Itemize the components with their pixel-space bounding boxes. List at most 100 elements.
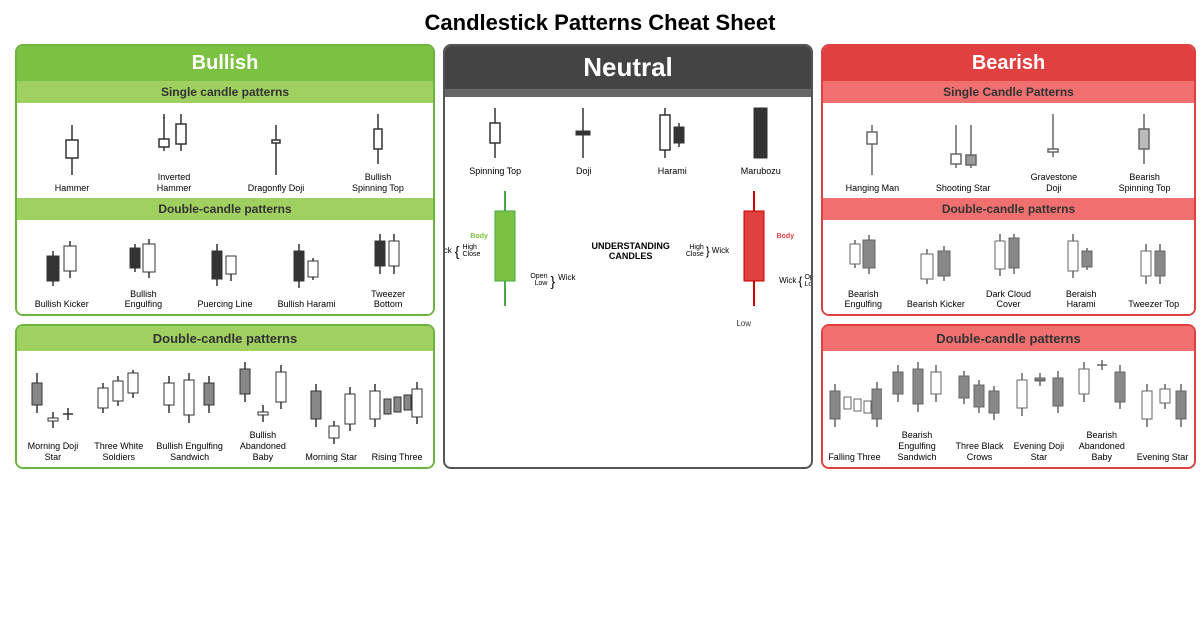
pattern-rising-three: Rising Three: [365, 379, 429, 463]
pattern-bearish-engulfing-label: Bearish Engulfing: [833, 289, 893, 311]
bullish-single-section: Single candle patterns Hammer: [17, 81, 433, 198]
pattern-doji: Doji: [554, 103, 614, 177]
wick-label-bottom: Wick: [558, 273, 575, 289]
bullish-candle-visual: Body: [490, 191, 520, 311]
wick-label-top: Wick: [443, 246, 452, 255]
pattern-morning-doji-star-label: Morning Doji Star: [21, 441, 85, 463]
pattern-three-white-soldiers-label: Three White Soldiers: [87, 441, 151, 463]
bearish-candle-labels-right: Wick { Open Low: [779, 214, 813, 288]
pattern-bearish-abandoned-baby: Bearish Abandoned Baby: [1071, 357, 1133, 462]
high-label: High: [462, 244, 476, 251]
pattern-spinning-top: Spinning Top: [465, 103, 525, 177]
pattern-dragonfly-label: Dragonfly Doji: [248, 183, 305, 194]
understanding-candles-diagram: Wick { High Close Body: [445, 183, 811, 319]
bullish-double-section: Double-candle patterns Bullish Kicker: [17, 198, 433, 315]
bullish-single-header: Single candle patterns: [17, 81, 433, 103]
bearish-candle-labels-left: High Close } Wick: [686, 244, 729, 258]
close-label: Close: [462, 251, 480, 258]
bearish-top-card: Bearish Single Candle Patterns Hanging M…: [821, 44, 1196, 316]
bearish-bottom-header: Double-candle patterns: [823, 326, 1194, 351]
pattern-hanging-man: Hanging Man: [842, 120, 902, 194]
pattern-three-black-crows-label: Three Black Crows: [952, 441, 1007, 463]
pattern-morning-star: Morning Star: [299, 379, 363, 463]
understanding-text: UNDERSTANDING CANDLES: [592, 241, 670, 261]
bullish-bottom-card: Double-candle patterns: [15, 324, 435, 468]
pattern-bearish-engulfing-sandwich: Bearish Engulfing Sandwich: [884, 357, 950, 462]
pattern-bearish-kicker-label: Bearish Kicker: [907, 299, 965, 310]
pattern-bullish-kicker: Bullish Kicker: [32, 236, 92, 310]
pattern-dark-cloud-cover-label: Dark Cloud Cover: [978, 289, 1038, 311]
bullish-bottom-header: Double-candle patterns: [17, 326, 433, 351]
low-label-bottom: Low: [445, 319, 811, 332]
bullish-top-card: Bullish Single candle patterns: [15, 44, 435, 316]
pattern-three-white-soldiers: Three White Soldiers: [87, 368, 151, 463]
low-label: Low: [535, 280, 548, 287]
neutral-single-header: [445, 89, 811, 97]
pattern-evening-star-label: Evening Star: [1137, 452, 1189, 463]
pattern-morning-star-label: Morning Star: [305, 452, 357, 463]
pattern-hammer-label: Hammer: [55, 183, 90, 194]
pattern-harami-label: Harami: [658, 166, 687, 177]
bearish-single-header: Single Candle Patterns: [823, 81, 1194, 103]
pattern-bullish-harami-label: Bullish Harami: [278, 299, 336, 310]
pattern-bullish-spinning-label: Bullish Spinning Top: [348, 172, 408, 194]
pattern-marubozu-label: Marubozu: [741, 166, 781, 177]
bullish-candle-labels-right: Open Low } Wick: [530, 213, 575, 289]
neutral-patterns: Spinning Top Doji: [445, 97, 811, 183]
body-label-bearish: Body: [777, 233, 795, 240]
pattern-bullish-kicker-label: Bullish Kicker: [35, 299, 89, 310]
pattern-rising-three-label: Rising Three: [372, 452, 423, 463]
pattern-bearish-engulfing-sandwich-label: Bearish Engulfing Sandwich: [884, 430, 950, 462]
bullish-double-header: Double-candle patterns: [17, 198, 433, 220]
body-label-bullish: Body: [470, 233, 488, 240]
bearish-double-section: Double-candle patterns Bearish Engulfing: [823, 198, 1194, 315]
bearish-bottom-card: Double-candle patterns Fal: [821, 324, 1196, 468]
open-label: Open: [530, 273, 547, 280]
pattern-bullish-engulfing: Bullish Engulfing: [113, 226, 173, 311]
pattern-bearish-abandoned-baby-label: Bearish Abandoned Baby: [1071, 430, 1133, 462]
pattern-gravestone-doji-label: Gravestone Doji: [1024, 172, 1084, 194]
pattern-gravestone-doji: Gravestone Doji: [1024, 109, 1084, 194]
pattern-bearish-harami-label: Beraish Harami: [1051, 289, 1111, 311]
pattern-inverted-hammer-label: Inverted Hammer: [144, 172, 204, 194]
pattern-piercing-line: Puercing Line: [195, 236, 255, 310]
pattern-piercing-label: Puercing Line: [197, 299, 252, 310]
pattern-bullish-spinning: Bullish Spinning Top: [348, 109, 408, 194]
bullish-bottom-patterns: Morning Doji Star Three: [17, 351, 433, 466]
pattern-bullish-abandoned-baby: Bullish Abandoned Baby: [228, 357, 297, 462]
bearish-double-patterns: Bearish Engulfing Bearish Kicker: [823, 220, 1194, 315]
neutral-header: Neutral: [445, 46, 811, 89]
pattern-bearish-kicker: Bearish Kicker: [906, 236, 966, 310]
pattern-bullish-harami: Bullish Harami: [277, 236, 337, 310]
pattern-spinning-top-label: Spinning Top: [469, 166, 521, 177]
pattern-bullish-engulfing-sandwich: Bullish Engulfing Sandwich: [153, 368, 227, 463]
pattern-evening-doji-star-label: Evening Doji Star: [1009, 441, 1069, 463]
pattern-bearish-engulfing: Bearish Engulfing: [833, 226, 893, 311]
pattern-marubozu: Marubozu: [731, 103, 791, 177]
bullish-double-patterns: Bullish Kicker Bullish Engulfing: [17, 220, 433, 315]
pattern-doji-label: Doji: [576, 166, 592, 177]
pattern-morning-doji-star: Morning Doji Star: [21, 368, 85, 463]
pattern-tweezer-top: Tweezer Top: [1124, 236, 1184, 310]
bullish-candle-diagram: Wick { High Close: [443, 243, 480, 259]
pattern-bullish-abandoned-baby-label: Bullish Abandoned Baby: [228, 430, 297, 462]
bearish-double-header: Double-candle patterns: [823, 198, 1194, 220]
pattern-shooting-star-label: Shooting Star: [936, 183, 991, 194]
pattern-hammer: Hammer: [42, 120, 102, 194]
pattern-falling-three-label: Falling Three: [828, 452, 880, 463]
pattern-bullish-engulfing-sandwich-label: Bullish Engulfing Sandwich: [153, 441, 227, 463]
main-grid: Bullish Single candle patterns: [15, 44, 1185, 469]
pattern-tweezer-bottom: Tweezer Bottom: [358, 226, 418, 311]
pattern-three-black-crows: Three Black Crows: [952, 368, 1007, 463]
pattern-inverted-hammer: Inverted Hammer: [144, 109, 204, 194]
bearish-candle-visual: Body: [739, 191, 769, 311]
page: Candlestick Patterns Cheat Sheet Bullish…: [0, 0, 1200, 630]
pattern-shooting-star: Shooting Star: [933, 120, 993, 194]
pattern-bullish-engulfing-label: Bullish Engulfing: [113, 289, 173, 311]
pattern-bearish-harami: Beraish Harami: [1051, 226, 1111, 311]
bullish-single-patterns: Hammer: [17, 103, 433, 198]
bearish-header: Bearish: [823, 46, 1194, 81]
bearish-single-section: Single Candle Patterns Hanging Man: [823, 81, 1194, 198]
pattern-bearish-spinning-label: Bearish Spinning Top: [1115, 172, 1175, 194]
page-title: Candlestick Patterns Cheat Sheet: [15, 10, 1185, 36]
